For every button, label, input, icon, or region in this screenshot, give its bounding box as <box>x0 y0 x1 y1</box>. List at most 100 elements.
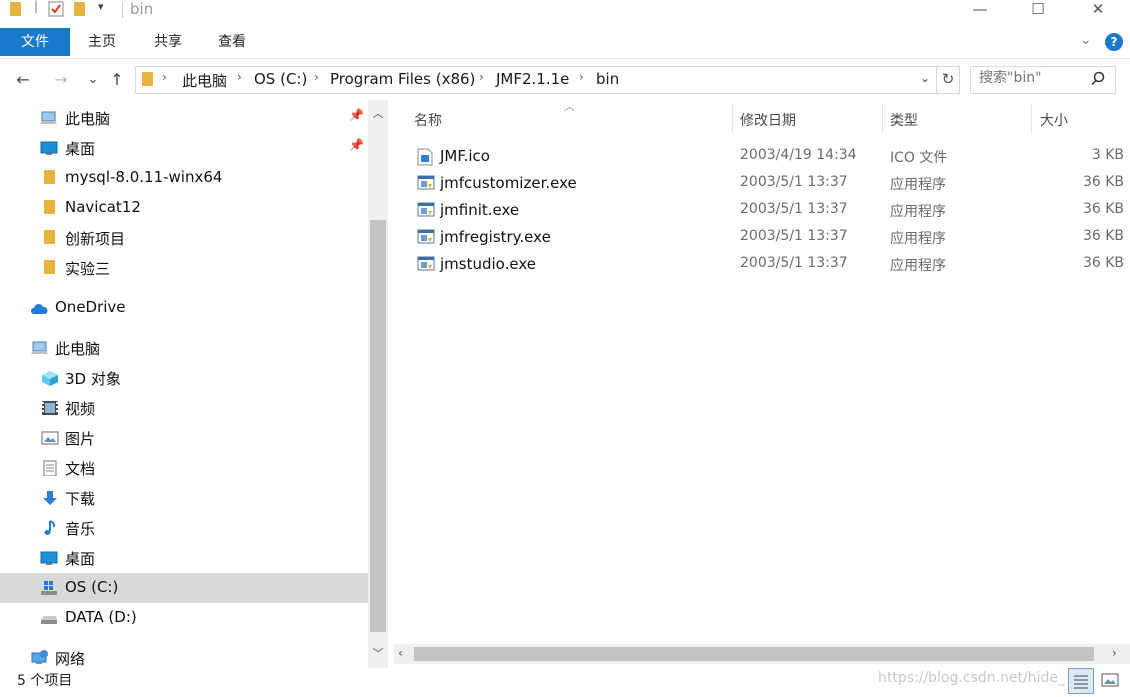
column-divider[interactable] <box>882 104 883 134</box>
search-box[interactable] <box>970 66 1116 94</box>
watermark-text: https://blog.csdn.net/hide_ <box>878 670 1066 686</box>
sidebar-item-experiment-three[interactable]: 实验三 <box>0 253 368 283</box>
scrollbar-thumb[interactable] <box>414 647 1094 661</box>
sidebar-item-music[interactable]: 音乐 <box>0 513 368 543</box>
address-dropdown-icon[interactable]: ⌄ <box>920 71 930 85</box>
search-icon[interactable] <box>1091 71 1105 89</box>
sidebar-item-label: OS (C:) <box>65 578 119 596</box>
tab-view[interactable]: 查看 <box>206 28 258 56</box>
tab-share[interactable]: 共享 <box>142 28 194 56</box>
pin-icon[interactable]: 📌 <box>349 108 364 122</box>
breadcrumb-program-files[interactable]: Program Files (x86) <box>330 70 475 88</box>
sidebar-item-label: 图片 <box>65 430 96 448</box>
file-type: 应用程序 <box>890 177 946 193</box>
scroll-down-icon[interactable]: ﹀ <box>368 644 388 664</box>
up-button[interactable]: ↑ <box>106 68 128 92</box>
sidebar-item-onedrive[interactable]: OneDrive <box>0 293 368 323</box>
sidebar-item-data-d[interactable]: DATA (D:) <box>0 603 368 633</box>
breadcrumb-separator[interactable]: › <box>314 70 319 84</box>
file-row[interactable]: jmfcustomizer.exe 2003/5/1 13:37 应用程序 36… <box>408 171 1130 197</box>
details-view-button[interactable] <box>1068 668 1094 694</box>
sidebar-item-pictures[interactable]: 图片 <box>0 423 368 453</box>
navigation-scrollbar[interactable]: ︿ ﹀ <box>368 100 388 668</box>
scroll-left-icon[interactable]: ‹ <box>398 646 403 660</box>
customize-toolbar-icon[interactable]: ▾ <box>98 0 112 14</box>
tab-home[interactable]: 主页 <box>76 28 128 56</box>
column-divider[interactable] <box>1031 104 1032 134</box>
scroll-up-icon[interactable]: ︿ <box>368 104 388 124</box>
column-header-modified[interactable]: 修改日期 <box>740 110 796 130</box>
sidebar-item-network[interactable]: 网络 <box>0 643 368 668</box>
column-header-name[interactable]: 名称 <box>414 110 442 130</box>
breadcrumb-this-pc[interactable]: 此电脑 <box>182 70 227 91</box>
sidebar-item-this-pc-pinned[interactable]: 此电脑 📌 <box>0 103 368 133</box>
scroll-right-icon[interactable]: › <box>1112 646 1117 660</box>
sidebar-item-3d-objects[interactable]: 3D 对象 <box>0 363 368 393</box>
breadcrumb-separator[interactable]: › <box>479 70 484 84</box>
properties-checkbox-icon[interactable] <box>48 1 64 17</box>
column-header-size[interactable]: 大小 <box>1040 110 1068 130</box>
navigation-bar: ← → ⌄ ↑ › 此电脑 › OS (C:) › Program Files … <box>0 64 1130 96</box>
ribbon-expand-icon[interactable]: ⌄ <box>1080 32 1092 48</box>
sidebar-item-downloads[interactable]: 下载 <box>0 483 368 513</box>
refresh-button[interactable]: ↻ <box>937 66 960 94</box>
breadcrumb-os-c[interactable]: OS (C:) <box>254 70 307 88</box>
file-name: JMF.ico <box>440 147 490 165</box>
back-button[interactable]: ← <box>12 68 34 92</box>
address-bar[interactable]: › 此电脑 › OS (C:) › Program Files (x86) › … <box>135 66 937 94</box>
minimize-button[interactable]: — <box>956 0 1004 20</box>
sidebar-item-documents[interactable]: 文档 <box>0 453 368 483</box>
search-input[interactable] <box>979 70 1089 86</box>
breadcrumb-separator[interactable]: › <box>162 70 167 84</box>
help-button[interactable]: ? <box>1105 33 1123 51</box>
videos-icon <box>41 400 58 416</box>
close-button[interactable]: ✕ <box>1074 0 1122 20</box>
folder-icon <box>44 200 60 216</box>
maximize-button[interactable]: ☐ <box>1014 0 1062 20</box>
sidebar-item-desktop-pinned[interactable]: 桌面 📌 <box>0 133 368 163</box>
file-row[interactable]: jmstudio.exe 2003/5/1 13:37 应用程序 36 KB <box>408 252 1130 278</box>
breadcrumb-separator[interactable]: › <box>237 70 242 84</box>
sidebar-item-os-c[interactable]: OS (C:) <box>0 573 368 603</box>
file-modified: 2003/5/1 13:37 <box>740 255 848 271</box>
file-size: 36 KB <box>1082 174 1124 190</box>
file-row[interactable]: jmfinit.exe 2003/5/1 13:37 应用程序 36 KB <box>408 198 1130 224</box>
column-divider[interactable] <box>732 104 733 134</box>
sidebar-item-label: 网络 <box>55 650 86 668</box>
sidebar-item-navicat[interactable]: Navicat12 <box>0 193 368 223</box>
breadcrumb-jmf[interactable]: JMF2.1.1e <box>496 70 569 88</box>
folder-icon <box>44 260 60 276</box>
scrollbar-thumb[interactable] <box>370 220 386 632</box>
horizontal-scrollbar[interactable]: ‹ › <box>394 644 1130 664</box>
file-type: 应用程序 <box>890 231 946 247</box>
large-icons-view-button[interactable] <box>1098 668 1122 692</box>
breadcrumb-separator[interactable]: › <box>579 70 584 84</box>
breadcrumb-bin[interactable]: bin <box>596 70 619 88</box>
file-name: jmfcustomizer.exe <box>440 174 577 192</box>
sidebar-item-videos[interactable]: 视频 <box>0 393 368 423</box>
sidebar-item-label: 此电脑 <box>65 110 111 128</box>
pictures-icon <box>41 430 59 446</box>
forward-button[interactable]: → <box>50 68 72 92</box>
sidebar-item-label: 音乐 <box>65 520 96 538</box>
sort-ascending-icon: ︿ <box>564 100 575 113</box>
tab-file[interactable]: 文件 <box>0 28 70 56</box>
file-size: 36 KB <box>1082 201 1124 217</box>
file-row[interactable]: jmfregistry.exe 2003/5/1 13:37 应用程序 36 K… <box>408 225 1130 251</box>
file-name: jmstudio.exe <box>440 255 536 273</box>
file-size: 36 KB <box>1082 228 1124 244</box>
sidebar-item-label: 3D 对象 <box>65 370 121 388</box>
pin-icon[interactable]: 📌 <box>349 138 364 152</box>
recent-locations-button[interactable]: ⌄ <box>84 68 102 92</box>
details-view-icon <box>1074 675 1088 689</box>
column-header-type[interactable]: 类型 <box>890 110 918 130</box>
file-name: jmfregistry.exe <box>440 228 551 246</box>
windows-drive-icon <box>40 580 57 596</box>
3d-objects-icon <box>41 370 58 386</box>
sidebar-item-mysql[interactable]: mysql-8.0.11-winx64 <box>0 163 368 193</box>
sidebar-item-this-pc[interactable]: 此电脑 <box>0 333 368 363</box>
sidebar-item-innovation-project[interactable]: 创新项目 <box>0 223 368 253</box>
new-folder-icon[interactable] <box>74 2 88 16</box>
file-row[interactable]: JMF.ico 2003/4/19 14:34 ICO 文件 3 KB <box>408 144 1130 170</box>
sidebar-item-desktop[interactable]: 桌面 <box>0 543 368 573</box>
